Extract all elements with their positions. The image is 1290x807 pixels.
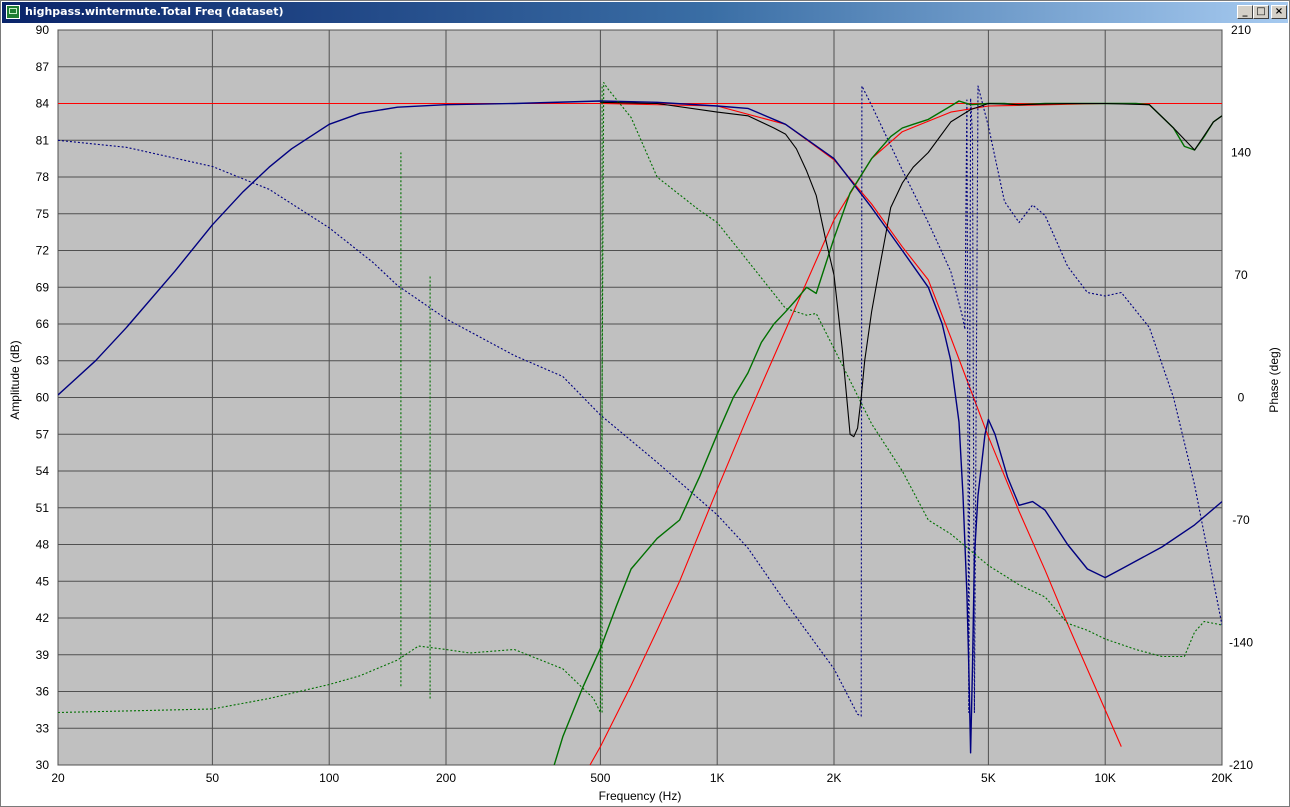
y2-tick-label: -140 (1229, 636, 1253, 650)
y2-tick-label: -210 (1229, 758, 1253, 772)
y-tick-label: 33 (36, 721, 50, 735)
y-tick-label: 60 (36, 391, 50, 405)
x-tick-label: 5K (981, 771, 996, 785)
x-tick-label: 20K (1211, 771, 1232, 785)
y-tick-label: 45 (36, 574, 50, 588)
y2-tick-label: 210 (1231, 23, 1251, 37)
frequency-response-chart: 20 50 100 200 500 1K 2K 5K 10K 20K 30 33 36 39 42 45 48… (8, 23, 1281, 803)
y-tick-label: 63 (36, 354, 50, 368)
chart-window: highpass.wintermute.Total Freq (dataset)… (0, 0, 1290, 807)
y-tick-label: 54 (36, 464, 50, 478)
x-tick-label: 50 (206, 771, 220, 785)
y-tick-label: 75 (36, 207, 50, 221)
y-tick-label: 84 (36, 97, 50, 111)
y-tick-label: 81 (36, 133, 50, 147)
y2-tick-label: 0 (1238, 391, 1245, 405)
y-tick-label: 42 (36, 611, 50, 625)
grid-lines (57, 29, 1223, 766)
y2-tick-label: 140 (1231, 146, 1251, 160)
y-tick-label: 51 (36, 501, 50, 515)
x-tick-label: 10K (1095, 771, 1116, 785)
y2-tick-label: -70 (1232, 513, 1250, 527)
y-tick-label: 39 (36, 648, 50, 662)
y-tick-label: 57 (36, 427, 50, 441)
y2-tick-label: 70 (1234, 268, 1248, 282)
y-tick-label: 72 (36, 244, 50, 258)
x-tick-label: 100 (319, 771, 339, 785)
y-tick-labels: 30 33 36 39 42 45 48 51 54 57 60 63 66 69 72 75 78 81 84 87… (36, 23, 50, 772)
x-tick-label: 1K (710, 771, 725, 785)
y-tick-label: 87 (36, 60, 50, 74)
x-tick-label: 500 (590, 771, 610, 785)
y-tick-label: 48 (36, 538, 50, 552)
y-tick-label: 78 (36, 170, 50, 184)
y-tick-label: 90 (36, 23, 50, 37)
y-tick-label: 30 (36, 758, 50, 772)
x-tick-label: 200 (436, 771, 456, 785)
y-axis-label: Amplitude (dB) (8, 340, 22, 419)
x-tick-label: 20 (51, 771, 65, 785)
x-tick-label: 2K (827, 771, 842, 785)
y-tick-label: 66 (36, 317, 50, 331)
x-tick-labels: 20 50 100 200 500 1K 2K 5K 10K 20K (51, 771, 1232, 785)
y2-tick-labels: -210 -140 -70 0 70 140 210 (1229, 23, 1253, 772)
y-tick-label: 69 (36, 280, 50, 294)
y-tick-label: 36 (36, 685, 50, 699)
x-axis-label: Frequency (Hz) (599, 789, 682, 803)
y2-axis-label: Phase (deg) (1267, 347, 1281, 412)
